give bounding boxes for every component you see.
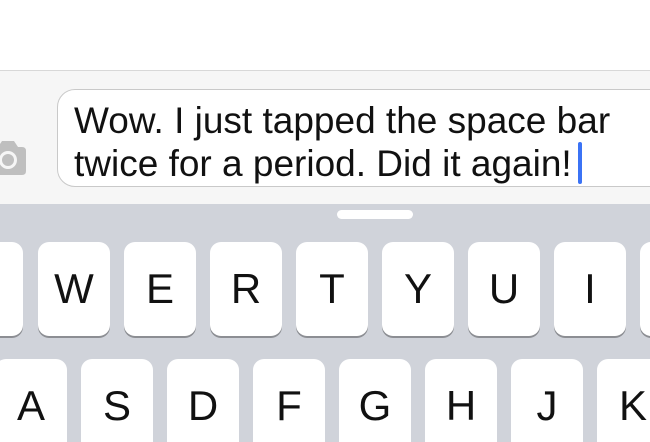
keyboard-grabber-handle[interactable]: [337, 210, 413, 219]
key-k[interactable]: K: [597, 359, 650, 442]
key-t[interactable]: T: [296, 242, 368, 336]
key-j[interactable]: J: [511, 359, 583, 442]
key-i[interactable]: I: [554, 242, 626, 336]
key-g[interactable]: G: [339, 359, 411, 442]
key-a[interactable]: A: [0, 359, 67, 442]
message-text-field[interactable]: Wow. I just tapped the space bar twice f…: [57, 89, 650, 187]
camera-icon[interactable]: [0, 133, 26, 181]
message-input-bar: Wow. I just tapped the space bar twice f…: [0, 70, 650, 204]
key-r[interactable]: R: [210, 242, 282, 336]
text-cursor: [577, 142, 582, 184]
key-d[interactable]: D: [167, 359, 239, 442]
conversation-area: [0, 0, 650, 70]
key-h[interactable]: H: [425, 359, 497, 442]
key-e[interactable]: E: [124, 242, 196, 336]
keyboard: O W E R T Y U I O A S D F G H J K: [0, 204, 650, 442]
key-s[interactable]: S: [81, 359, 153, 442]
messages-screen: Wow. I just tapped the space bar twice f…: [0, 0, 650, 442]
message-text: Wow. I just tapped the space bar twice f…: [74, 100, 611, 184]
key-o[interactable]: O: [640, 242, 650, 336]
key-w[interactable]: W: [38, 242, 110, 336]
key-u[interactable]: U: [468, 242, 540, 336]
key-o-partial[interactable]: O: [0, 242, 23, 336]
key-y[interactable]: Y: [382, 242, 454, 336]
key-f[interactable]: F: [253, 359, 325, 442]
